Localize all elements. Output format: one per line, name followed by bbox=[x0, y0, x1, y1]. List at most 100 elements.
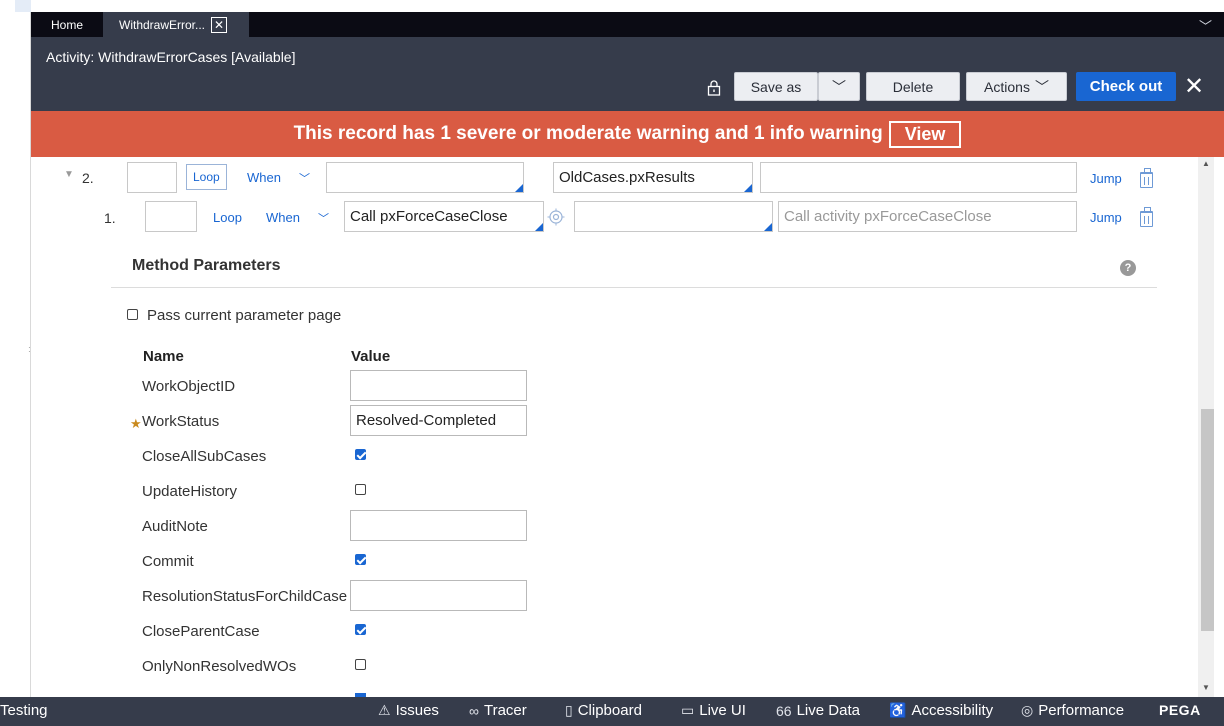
param-value-input[interactable] bbox=[350, 510, 527, 541]
help-icon[interactable]: ? bbox=[1120, 260, 1136, 276]
left-strip-accent bbox=[15, 0, 31, 12]
method-field[interactable] bbox=[326, 162, 524, 193]
param-value-input[interactable]: Resolved-Completed bbox=[350, 405, 527, 436]
loop-button[interactable]: Loop bbox=[186, 164, 227, 190]
loop-link[interactable]: Loop bbox=[213, 210, 242, 225]
pega-logo: PEGA bbox=[1159, 702, 1201, 718]
param-checkbox-checked[interactable] bbox=[355, 624, 366, 635]
param-name: CloseParentCase bbox=[142, 623, 260, 640]
pega-dev-studio: · · Home WithdrawError... ✕ ﹀ Activity: W… bbox=[0, 0, 1224, 726]
step-page-field[interactable]: OldCases.pxResults bbox=[553, 162, 753, 193]
clipboard-item[interactable]: ▯ Clipboard bbox=[565, 702, 642, 719]
scrollbar-thumb[interactable] bbox=[1201, 409, 1214, 631]
activity-steps-panel: ▼ 2. Loop When ﹀ OldCases.pxResults Jump… bbox=[31, 157, 1198, 697]
param-name: CloseAllSubCases bbox=[142, 448, 267, 465]
check-out-button[interactable]: Check out bbox=[1076, 72, 1176, 101]
live-ui-icon: ▭ bbox=[681, 702, 695, 718]
warning-message: This record has 1 severe or moderate war… bbox=[293, 123, 883, 144]
accessibility-label: Accessibility bbox=[911, 702, 994, 719]
param-value-input[interactable] bbox=[350, 370, 527, 401]
divider bbox=[111, 287, 1157, 288]
param-checkbox-checked[interactable] bbox=[355, 554, 366, 565]
param-name: WorkObjectID bbox=[142, 378, 236, 395]
required-star-icon: ★ bbox=[130, 416, 142, 431]
target-icon[interactable] bbox=[547, 208, 565, 226]
param-checkbox-checked[interactable] bbox=[355, 449, 366, 460]
actions-button[interactable]: Actions ﹀ bbox=[966, 72, 1067, 101]
autocomplete-corner-icon bbox=[515, 184, 523, 192]
clipboard-label: Clipboard bbox=[577, 702, 642, 719]
view-warnings-button[interactable]: View bbox=[888, 120, 962, 148]
value-column-header: Value bbox=[351, 348, 391, 365]
delete-step-icon[interactable] bbox=[1140, 168, 1153, 188]
glasses-icon: 66 bbox=[776, 702, 792, 719]
live-ui-item[interactable]: ▭ Live UI bbox=[681, 702, 746, 719]
close-record-icon[interactable]: ✕ bbox=[1184, 75, 1204, 99]
description-field[interactable] bbox=[760, 162, 1077, 193]
chevron-down-icon[interactable]: ﹀ bbox=[299, 170, 310, 186]
pass-current-parameter-checkbox[interactable] bbox=[127, 309, 138, 320]
save-as-menu-button[interactable]: ﹀ bbox=[818, 72, 860, 101]
autocomplete-corner-icon bbox=[744, 184, 752, 192]
vertical-scrollbar[interactable]: ▲ ▼ bbox=[1198, 157, 1214, 697]
pass-current-parameter-label: Pass current parameter page bbox=[147, 307, 342, 324]
performance-icon: ◎ bbox=[1021, 702, 1034, 718]
autocomplete-corner-icon bbox=[764, 223, 772, 231]
save-as-button[interactable]: Save as bbox=[734, 72, 818, 101]
issues-item[interactable]: ⚠ Issues bbox=[378, 702, 439, 719]
param-name: Commit bbox=[142, 553, 194, 570]
step-label-field[interactable] bbox=[127, 162, 177, 193]
live-data-label: Live Data bbox=[796, 702, 860, 719]
param-checkbox[interactable] bbox=[355, 484, 366, 495]
jump-link[interactable]: Jump bbox=[1090, 210, 1122, 225]
delete-step-icon[interactable] bbox=[1140, 207, 1153, 227]
jump-link[interactable]: Jump bbox=[1090, 171, 1122, 186]
testing-label: Testing bbox=[0, 702, 48, 719]
clipboard-icon: ▯ bbox=[565, 702, 573, 718]
accessibility-item[interactable]: ♿ Accessibility bbox=[889, 702, 993, 719]
tracer-item[interactable]: ∞ Tracer bbox=[469, 702, 527, 719]
lock-icon bbox=[707, 80, 721, 96]
scroll-up-icon[interactable]: ▲ bbox=[1202, 159, 1210, 168]
description-field[interactable]: Call activity pxForceCaseClose bbox=[778, 201, 1077, 232]
param-name: AuditNote bbox=[142, 518, 208, 535]
method-field[interactable]: Call pxForceCaseClose bbox=[344, 201, 544, 232]
performance-item[interactable]: ◎ Performance bbox=[1021, 702, 1124, 719]
record-title: Activity: WithdrawErrorCases [Available] bbox=[46, 49, 296, 65]
chevron-down-icon: ﹀ bbox=[832, 78, 846, 95]
step-label-field[interactable] bbox=[145, 201, 197, 232]
when-link[interactable]: When bbox=[266, 210, 300, 225]
scroll-down-icon[interactable]: ▼ bbox=[1202, 683, 1210, 692]
tracer-label: Tracer bbox=[483, 702, 527, 719]
param-value-input[interactable] bbox=[350, 580, 527, 611]
param-checkbox[interactable] bbox=[355, 659, 366, 670]
record-header: Activity: WithdrawErrorCases [Available]… bbox=[31, 37, 1224, 111]
tab-home[interactable]: Home bbox=[31, 12, 103, 37]
issues-label: Issues bbox=[395, 702, 439, 719]
param-name: WorkStatus bbox=[142, 413, 220, 430]
warning-banner: This record has 1 severe or moderate war… bbox=[31, 111, 1224, 157]
live-data-item[interactable]: 66 Live Data bbox=[776, 702, 860, 719]
chevron-down-icon[interactable]: ﹀ bbox=[318, 210, 329, 226]
tab-label: WithdrawError... bbox=[119, 17, 206, 32]
tracer-icon: ∞ bbox=[469, 702, 479, 719]
performance-label: Performance bbox=[1038, 702, 1125, 719]
step-page-field[interactable] bbox=[574, 201, 773, 232]
close-tab-icon[interactable]: ✕ bbox=[211, 16, 228, 33]
collapse-triangle-icon[interactable]: ▼ bbox=[64, 169, 74, 180]
param-name: ResolutionStatusForChildCase bbox=[142, 588, 348, 605]
tab-withdraw-error-cases[interactable]: WithdrawError... ✕ bbox=[103, 12, 249, 37]
warning-icon: ⚠ bbox=[378, 702, 391, 718]
live-ui-label: Live UI bbox=[699, 702, 746, 719]
testing-item[interactable]: Testing bbox=[0, 702, 48, 719]
tab-bar: Home WithdrawError... ✕ ﹀ bbox=[31, 12, 1224, 37]
step-number: 2. bbox=[82, 170, 94, 186]
right-edge bbox=[1214, 157, 1224, 697]
left-strip: · · bbox=[0, 0, 31, 697]
param-name: UpdateHistory bbox=[142, 483, 238, 500]
name-column-header: Name bbox=[143, 348, 184, 365]
chevron-down-icon[interactable]: ﹀ bbox=[1199, 16, 1212, 35]
accessibility-icon: ♿ bbox=[889, 702, 907, 718]
when-link[interactable]: When bbox=[247, 170, 281, 185]
delete-button[interactable]: Delete bbox=[866, 72, 960, 101]
